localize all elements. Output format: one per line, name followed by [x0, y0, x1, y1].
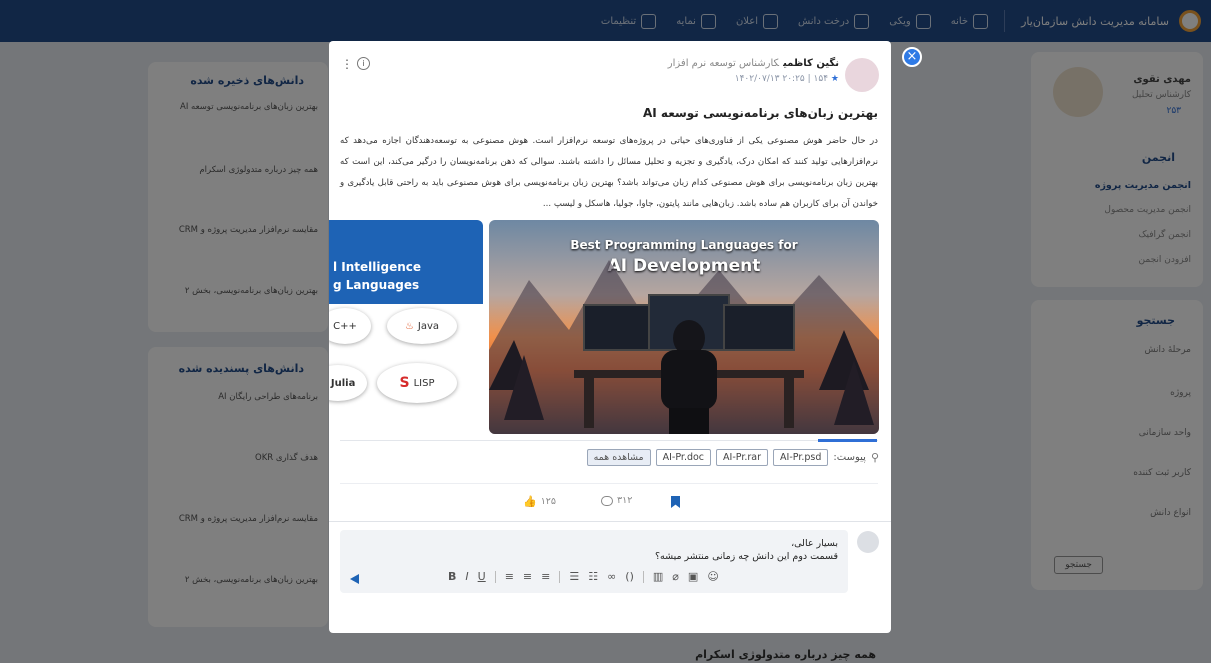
like-count: ۱۲۵ [540, 496, 557, 507]
java-icon: ♨ [404, 320, 414, 332]
lisp-logo-icon: S [399, 375, 410, 391]
comment-count: ۳۱۲ [617, 495, 633, 506]
post-title: بهترین زبان‌های برنامه‌نویسی توسعه AI [642, 106, 878, 120]
send-icon[interactable] [350, 574, 359, 584]
post-meta: ★ ۱۵۴ | ۲۰:۲۵ ۱۴۰۲/۰۷/۱۳ [735, 74, 839, 84]
italic-button[interactable]: I [465, 570, 468, 583]
close-button[interactable]: × [902, 47, 922, 67]
toolbar-divider [559, 570, 561, 583]
attachment-chip[interactable]: AI-Pr.doc [655, 449, 712, 466]
more-options-icon[interactable]: ⋮ [341, 57, 353, 71]
lang-bubble-java: ♨ Java [387, 308, 457, 344]
chart-icon[interactable]: ▥ [653, 570, 663, 583]
author-name[interactable]: نگین کاظمی [783, 58, 839, 69]
divider [329, 521, 891, 522]
author-avatar [845, 58, 879, 92]
toolbar-divider [642, 570, 644, 583]
post-time: ۲۰:۲۵ [782, 74, 805, 84]
like-button[interactable]: 👍 ۱۲۵ [523, 495, 556, 508]
emoji-icon[interactable]: ☺ [707, 570, 718, 583]
align-left-icon[interactable]: ≡ [505, 570, 514, 583]
paperclip-icon: ⚲ [870, 451, 879, 464]
author-line: نگین کاظمیکارشناس توسعه نرم افزار [668, 58, 839, 69]
post-date: ۱۴۰۲/۰۷/۱۳ [734, 74, 780, 84]
image-caption: g Languages [333, 278, 420, 292]
star-icon: ★ [830, 74, 839, 84]
attachment-chip[interactable]: AI-Pr.rar [716, 449, 769, 466]
align-center-icon[interactable]: ≡ [523, 570, 532, 583]
close-icon: × [906, 49, 918, 64]
align-right-icon[interactable]: ≡ [541, 570, 550, 583]
bold-button[interactable]: B [448, 570, 456, 583]
lang-label: a Julia [329, 377, 356, 389]
lang-label: C++ [333, 320, 357, 332]
comment-button[interactable]: ۳۱۲ [601, 495, 632, 506]
numbered-list-icon[interactable]: ☷ [588, 570, 598, 583]
divider [340, 483, 878, 484]
carousel-track [340, 440, 878, 441]
image-carousel[interactable]: l Intelligence g Languages C++ ♨Java a J… [329, 220, 891, 436]
image-caption: l Intelligence [333, 260, 422, 274]
lang-label: LISP [413, 377, 435, 389]
author-rating: ۱۵۴ [813, 74, 829, 84]
carousel-image-languages[interactable]: l Intelligence g Languages C++ ♨Java a J… [329, 220, 483, 434]
editor-toolbar: B I U ≡ ≡ ≡ ☰ ☷ ∞ () ▥ ⌀ ▣ ☺ [448, 570, 719, 583]
bullet-list-icon[interactable]: ☰ [569, 570, 579, 583]
attachment-chip[interactable]: AI-Pr.psd [773, 449, 829, 466]
code-icon[interactable]: () [625, 570, 634, 583]
comment-editor[interactable]: بسیار عالی، قسمت دوم این دانش چه زمانی م… [340, 530, 848, 593]
thumb-up-icon: 👍 [523, 495, 537, 508]
image-icon[interactable]: ▣ [688, 570, 698, 583]
comment-input[interactable]: بسیار عالی، قسمت دوم این دانش چه زمانی م… [655, 537, 838, 563]
lang-bubble-cpp: C++ [329, 308, 371, 344]
link-icon[interactable]: ∞ [607, 570, 616, 583]
info-icon[interactable]: i [357, 57, 370, 70]
post-body: در حال حاضر هوش مصنوعی یکی از فناوری‌های… [340, 136, 878, 209]
post-actions: 👍 ۱۲۵ ۳۱۲ [329, 491, 891, 515]
comment-icon [601, 495, 613, 506]
post-modal: نگین کاظمیکارشناس توسعه نرم افزار ★ ۱۵۴ … [329, 41, 891, 633]
toolbar-divider [494, 570, 496, 583]
underline-button[interactable]: U [478, 570, 486, 583]
bookmark-icon[interactable] [671, 496, 680, 508]
carousel-scrollbar[interactable] [818, 439, 877, 442]
attachments-label: پیوست: [833, 452, 866, 463]
commenter-avatar [857, 531, 879, 553]
view-all-button[interactable]: مشاهده همه [586, 449, 651, 466]
carousel-image-ai-dev[interactable]: Best Programming Languages for AI Develo… [489, 220, 879, 434]
attachments-row: ⚲ پیوست: AI-Pr.psd AI-Pr.rar AI-Pr.doc م… [586, 449, 879, 466]
attach-icon[interactable]: ⌀ [672, 570, 679, 583]
meta-divider: | [804, 74, 811, 84]
author-role: کارشناس توسعه نرم افزار [667, 58, 780, 69]
lang-bubble-julia: a Julia [329, 365, 367, 401]
gamer-illustration [489, 260, 879, 434]
lang-label: Java [417, 320, 440, 332]
lang-bubble-lisp: S LISP [377, 363, 457, 403]
